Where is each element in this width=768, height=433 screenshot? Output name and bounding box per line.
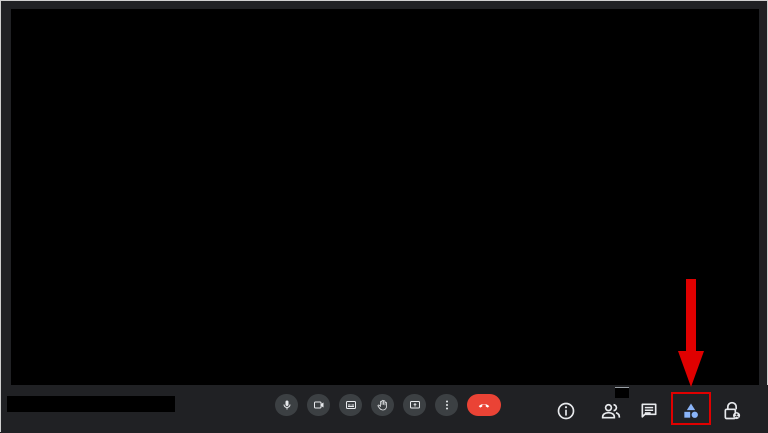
center-controls (275, 394, 501, 416)
end-call-button[interactable] (467, 394, 501, 416)
annotation-arrow-icon (678, 279, 704, 387)
lock-person-icon (724, 401, 741, 420)
present-screen-icon (409, 401, 420, 409)
more-options-button[interactable] (435, 394, 458, 416)
annotation-highlight-box (671, 392, 711, 425)
closed-captions-icon (345, 401, 356, 409)
hang-up-phone-icon (478, 403, 490, 408)
vertical-dots-icon (445, 400, 448, 410)
meeting-details-button[interactable] (554, 399, 578, 423)
hand-icon (377, 399, 387, 411)
meeting-window (0, 0, 768, 433)
video-camera-icon (313, 401, 323, 409)
meeting-info-redacted (7, 396, 175, 412)
camera-button[interactable] (307, 394, 330, 416)
participant-count-badge (615, 387, 629, 398)
people-button[interactable] (599, 399, 623, 423)
present-button[interactable] (403, 394, 426, 416)
people-icon (601, 403, 621, 419)
info-icon (557, 402, 575, 420)
raise-hand-button[interactable] (371, 394, 394, 416)
microphone-button[interactable] (275, 394, 298, 416)
chat-icon (641, 403, 657, 418)
chat-button[interactable] (637, 399, 661, 423)
video-stage (11, 9, 759, 385)
microphone-icon (283, 400, 290, 410)
host-controls-button[interactable] (720, 399, 744, 423)
captions-button[interactable] (339, 394, 362, 416)
